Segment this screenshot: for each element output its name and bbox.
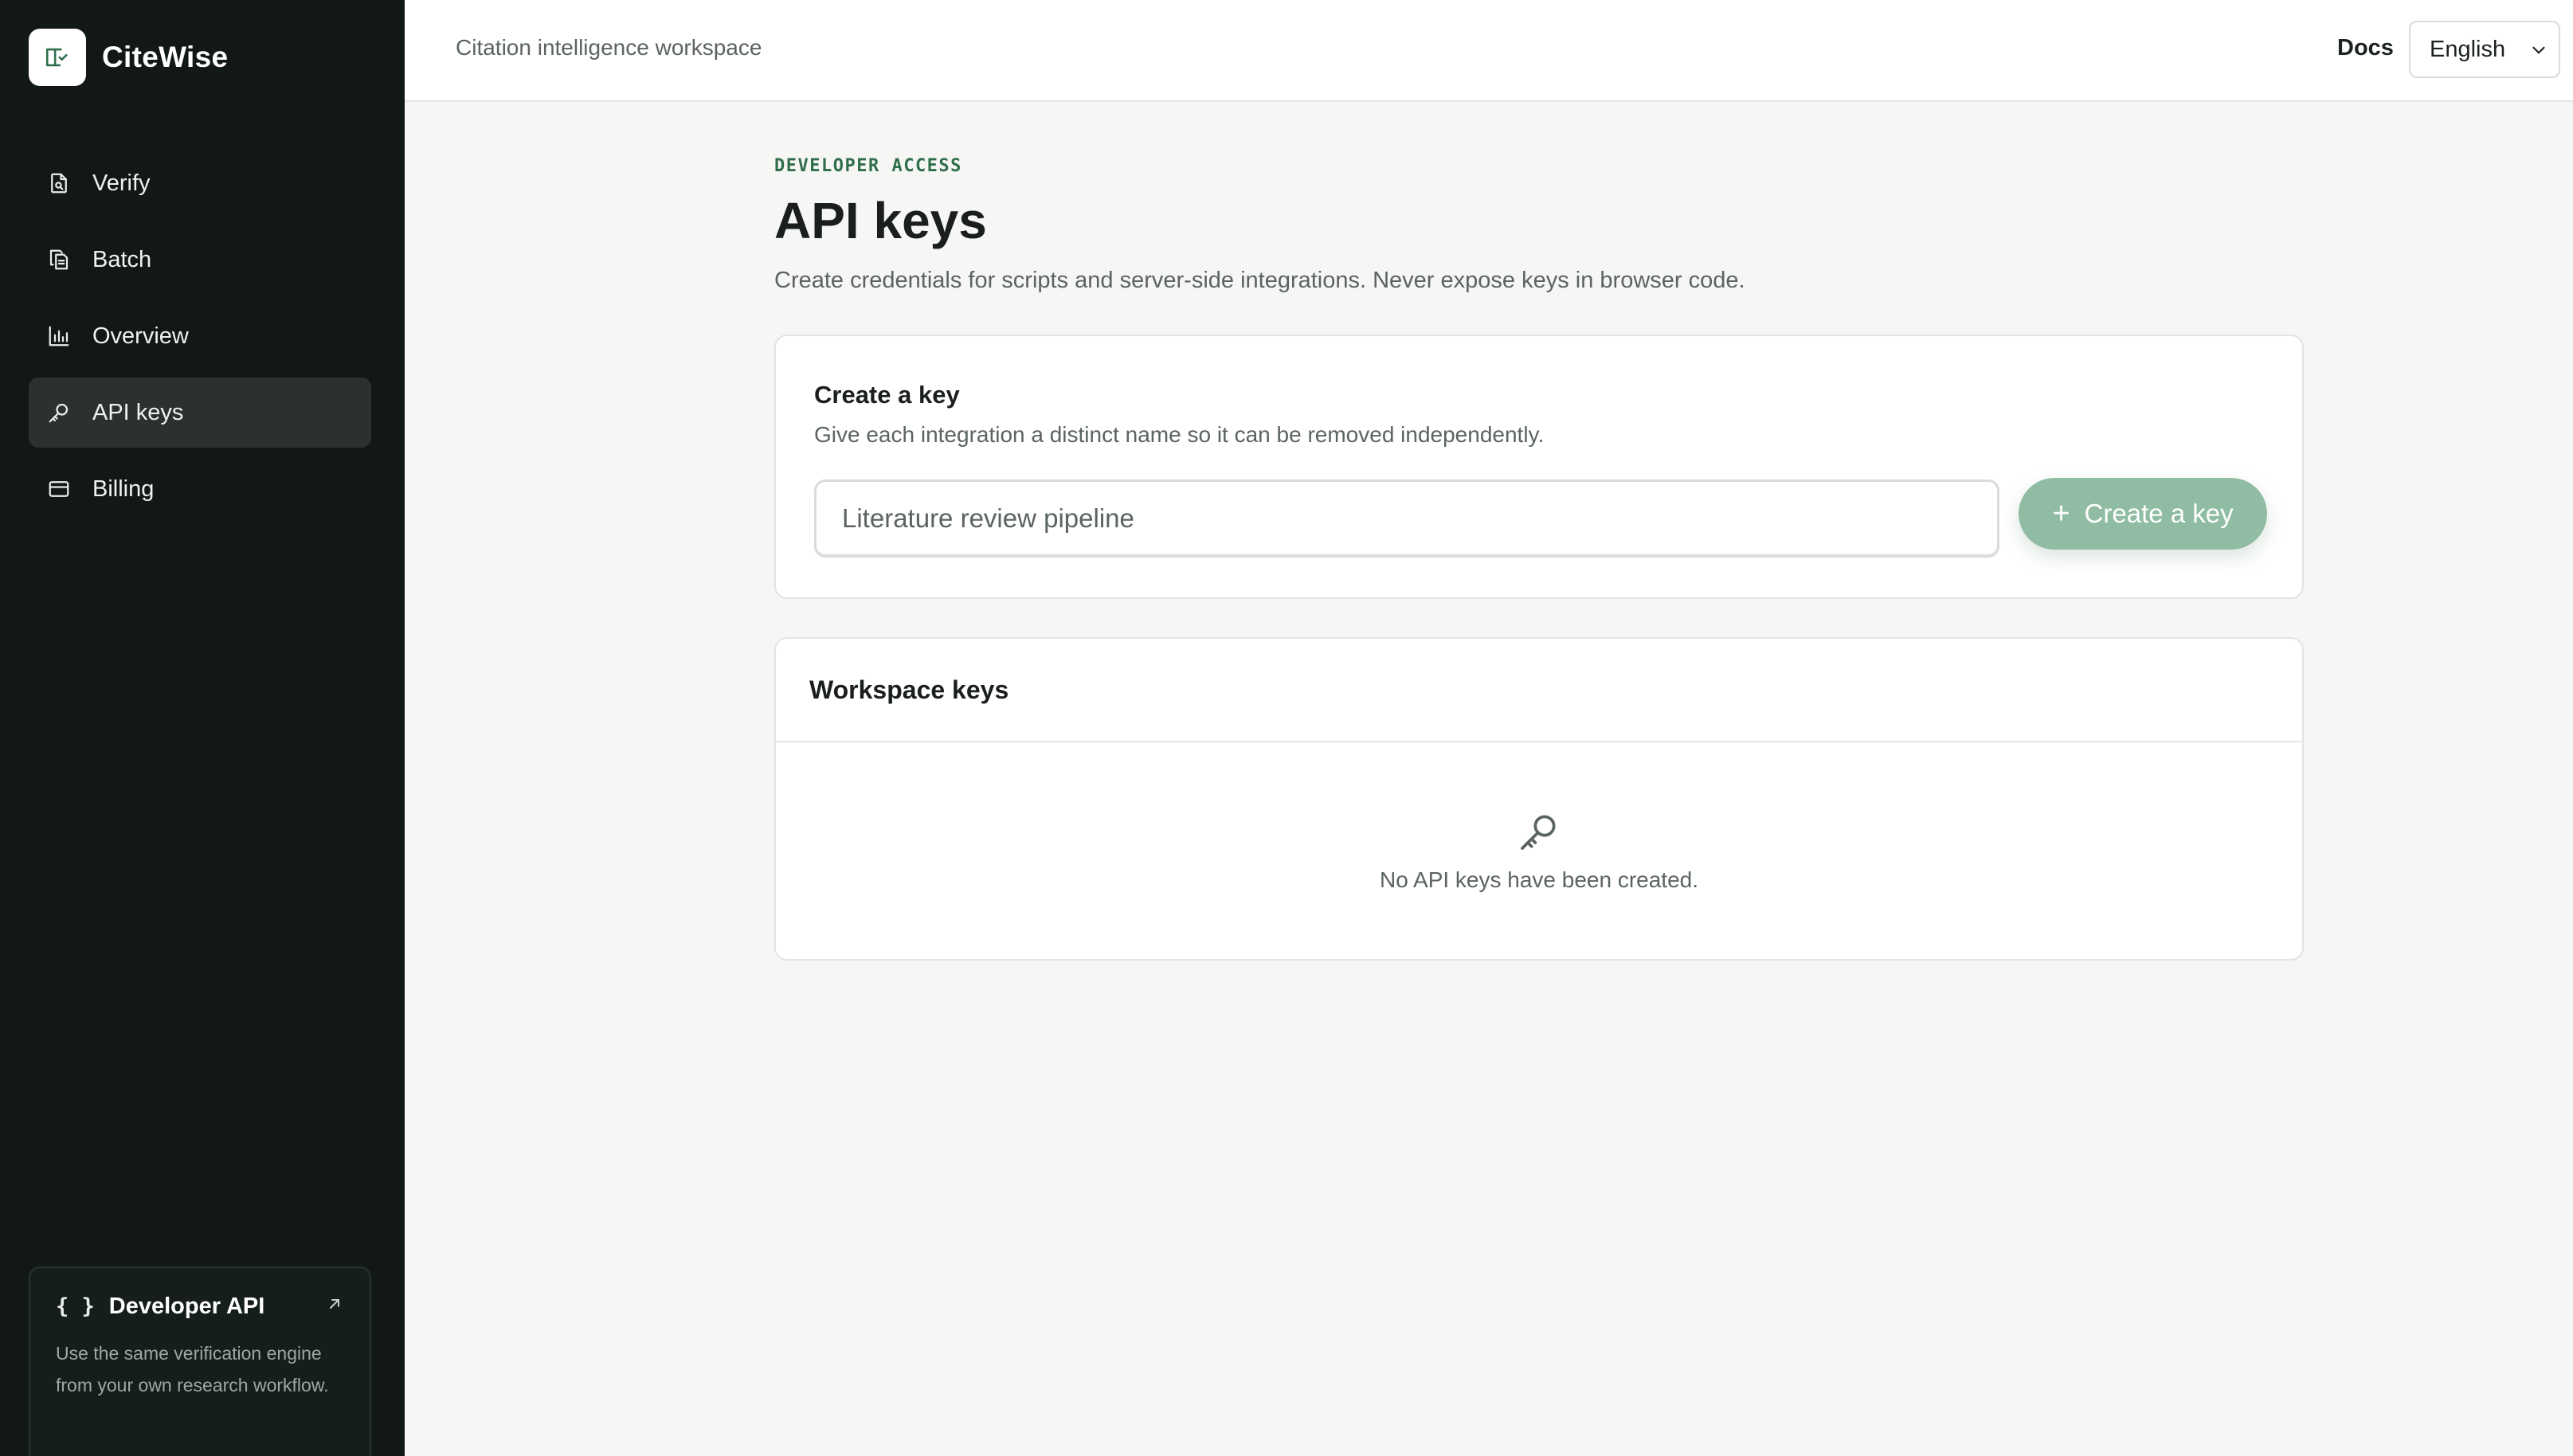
language-select[interactable]: English xyxy=(2409,21,2560,78)
files-copy-icon xyxy=(46,247,72,272)
sidebar-item-label: Batch xyxy=(92,246,152,272)
create-key-button[interactable]: + Create a key xyxy=(2019,478,2267,550)
page-eyebrow: DEVELOPER ACCESS xyxy=(774,156,962,176)
sidebar-item-label: Overview xyxy=(92,323,189,349)
app-name: CiteWise xyxy=(102,41,229,73)
file-search-icon xyxy=(46,170,72,196)
empty-state: No API keys have been created. xyxy=(776,742,2302,959)
bar-chart-icon xyxy=(46,323,72,349)
sidebar-item-verify[interactable]: Verify xyxy=(29,148,371,218)
create-key-title: Create a key xyxy=(814,381,960,409)
code-braces-icon: { } xyxy=(56,1294,95,1319)
sidebar-item-overview[interactable]: Overview xyxy=(29,301,371,371)
key-icon xyxy=(46,400,72,425)
plus-icon: + xyxy=(2052,496,2070,530)
sidebar-item-api-keys[interactable]: API keys xyxy=(29,378,371,448)
developer-api-card[interactable]: { } Developer API Use the same verificat… xyxy=(29,1266,371,1456)
sidebar: CiteWise Verify Batch Overview API keys … xyxy=(0,0,405,1456)
sidebar-item-batch[interactable]: Batch xyxy=(29,225,371,295)
brand[interactable]: CiteWise xyxy=(29,29,228,86)
page-subtitle: Create credentials for scripts and serve… xyxy=(774,268,1745,293)
create-key-button-label: Create a key xyxy=(2084,499,2234,528)
empty-state-text: No API keys have been created. xyxy=(1379,867,1699,892)
sidebar-item-label: Billing xyxy=(92,476,155,502)
workspace-keys-title: Workspace keys xyxy=(776,639,2302,742)
page-title: API keys xyxy=(774,192,987,249)
credit-card-icon xyxy=(46,476,72,502)
topbar: Citation intelligence workspace Docs Eng… xyxy=(405,0,2573,102)
create-key-description: Give each integration a distinct name so… xyxy=(814,422,1545,447)
sidebar-item-label: Verify xyxy=(92,170,151,196)
sidebar-nav: Verify Batch Overview API keys Billing xyxy=(29,148,371,530)
developer-api-header: { } Developer API xyxy=(56,1294,344,1320)
external-link-icon[interactable] xyxy=(325,1294,344,1320)
language-selected: English xyxy=(2430,36,2506,62)
key-icon xyxy=(1517,809,1561,858)
sidebar-item-billing[interactable]: Billing xyxy=(29,454,371,524)
chevron-down-icon xyxy=(2528,40,2549,67)
create-key-card: Create a key Give each integration a dis… xyxy=(774,335,2304,599)
sidebar-item-label: API keys xyxy=(92,399,184,425)
book-check-icon xyxy=(29,29,86,86)
workspace-label: Citation intelligence workspace xyxy=(456,35,762,60)
workspace-keys-card: Workspace keys No API keys have been cre… xyxy=(774,637,2304,961)
developer-api-title: Developer API xyxy=(108,1294,265,1319)
developer-api-description: Use the same verification engine from yo… xyxy=(56,1343,329,1395)
docs-link[interactable]: Docs xyxy=(2337,35,2394,61)
key-name-input[interactable] xyxy=(814,479,1999,558)
